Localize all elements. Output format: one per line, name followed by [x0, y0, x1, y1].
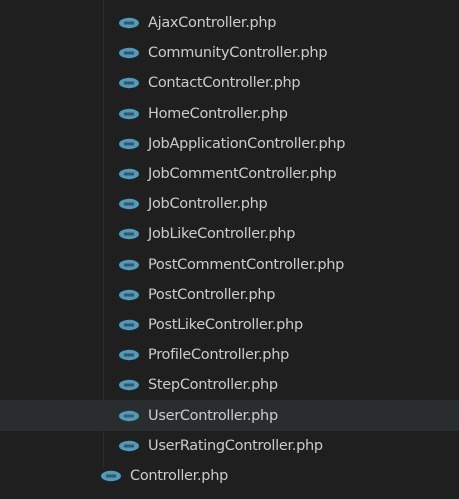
file-item-jobcontroller[interactable]: JobController.php — [0, 189, 459, 219]
php-file-icon — [119, 229, 139, 240]
file-name: CommunityController.php — [148, 45, 328, 62]
php-file-icon — [119, 48, 139, 59]
php-file-icon — [119, 138, 139, 150]
file-name: ProfileController.php — [148, 347, 289, 364]
php-file-icon — [119, 17, 139, 29]
file-name: ContactController.php — [148, 75, 301, 92]
file-item-contactcontroller[interactable]: ContactController.php — [0, 68, 459, 98]
file-name: Controller.php — [130, 467, 229, 484]
php-file-icon — [119, 410, 139, 421]
file-item-stepcontroller[interactable]: StepController.php — [0, 370, 459, 400]
file-name: UserRatingController.php — [148, 437, 323, 454]
php-file-icon — [101, 470, 121, 482]
file-name: UserController.php — [148, 407, 278, 424]
php-file-icon — [119, 168, 139, 180]
file-item-userratingcontroller[interactable]: UserRatingController.php — [0, 431, 459, 461]
file-name: JobLikeController.php — [148, 226, 296, 243]
file-name: JobCommentController.php — [148, 166, 337, 183]
php-file-icon — [119, 440, 139, 451]
file-item-communitycontroller[interactable]: CommunityController.php — [0, 38, 459, 68]
file-name: HomeController.php — [148, 105, 288, 122]
file-item-homecontroller[interactable]: HomeController.php — [0, 99, 459, 129]
file-item-controller[interactable]: Controller.php — [0, 461, 459, 491]
file-item-usercontroller[interactable]: UserController.php — [0, 400, 459, 431]
file-name: PostLikeController.php — [148, 316, 303, 333]
file-name: JobApplicationController.php — [148, 135, 346, 152]
php-file-icon — [119, 199, 139, 210]
file-explorer: AjaxController.php CommunityController.p… — [0, 0, 459, 499]
file-tree: AjaxController.php CommunityController.p… — [0, 0, 459, 491]
php-file-icon — [119, 319, 139, 331]
php-file-icon — [119, 380, 139, 391]
file-name: StepController.php — [148, 377, 278, 394]
php-file-icon — [119, 108, 139, 119]
file-item-profilecontroller[interactable]: ProfileController.php — [0, 340, 459, 370]
php-file-icon — [119, 259, 139, 270]
file-name: JobController.php — [148, 196, 268, 213]
file-item-ajaxcontroller[interactable]: AjaxController.php — [0, 8, 459, 38]
php-file-icon — [119, 78, 139, 89]
file-item-postcontroller[interactable]: PostController.php — [0, 280, 459, 310]
file-item-postcommentcontroller[interactable]: PostCommentController.php — [0, 250, 459, 280]
file-item-jobcommentcontroller[interactable]: JobCommentController.php — [0, 159, 459, 189]
file-name: PostController.php — [148, 286, 276, 303]
php-file-icon — [119, 349, 139, 361]
file-name: AjaxController.php — [148, 15, 277, 32]
file-item-joblikecontroller[interactable]: JobLikeController.php — [0, 219, 459, 249]
php-file-icon — [119, 289, 139, 300]
file-item-postlikecontroller[interactable]: PostLikeController.php — [0, 310, 459, 340]
file-name: PostCommentController.php — [148, 256, 345, 273]
file-item-jobapplicationcontroller[interactable]: JobApplicationController.php — [0, 129, 459, 159]
